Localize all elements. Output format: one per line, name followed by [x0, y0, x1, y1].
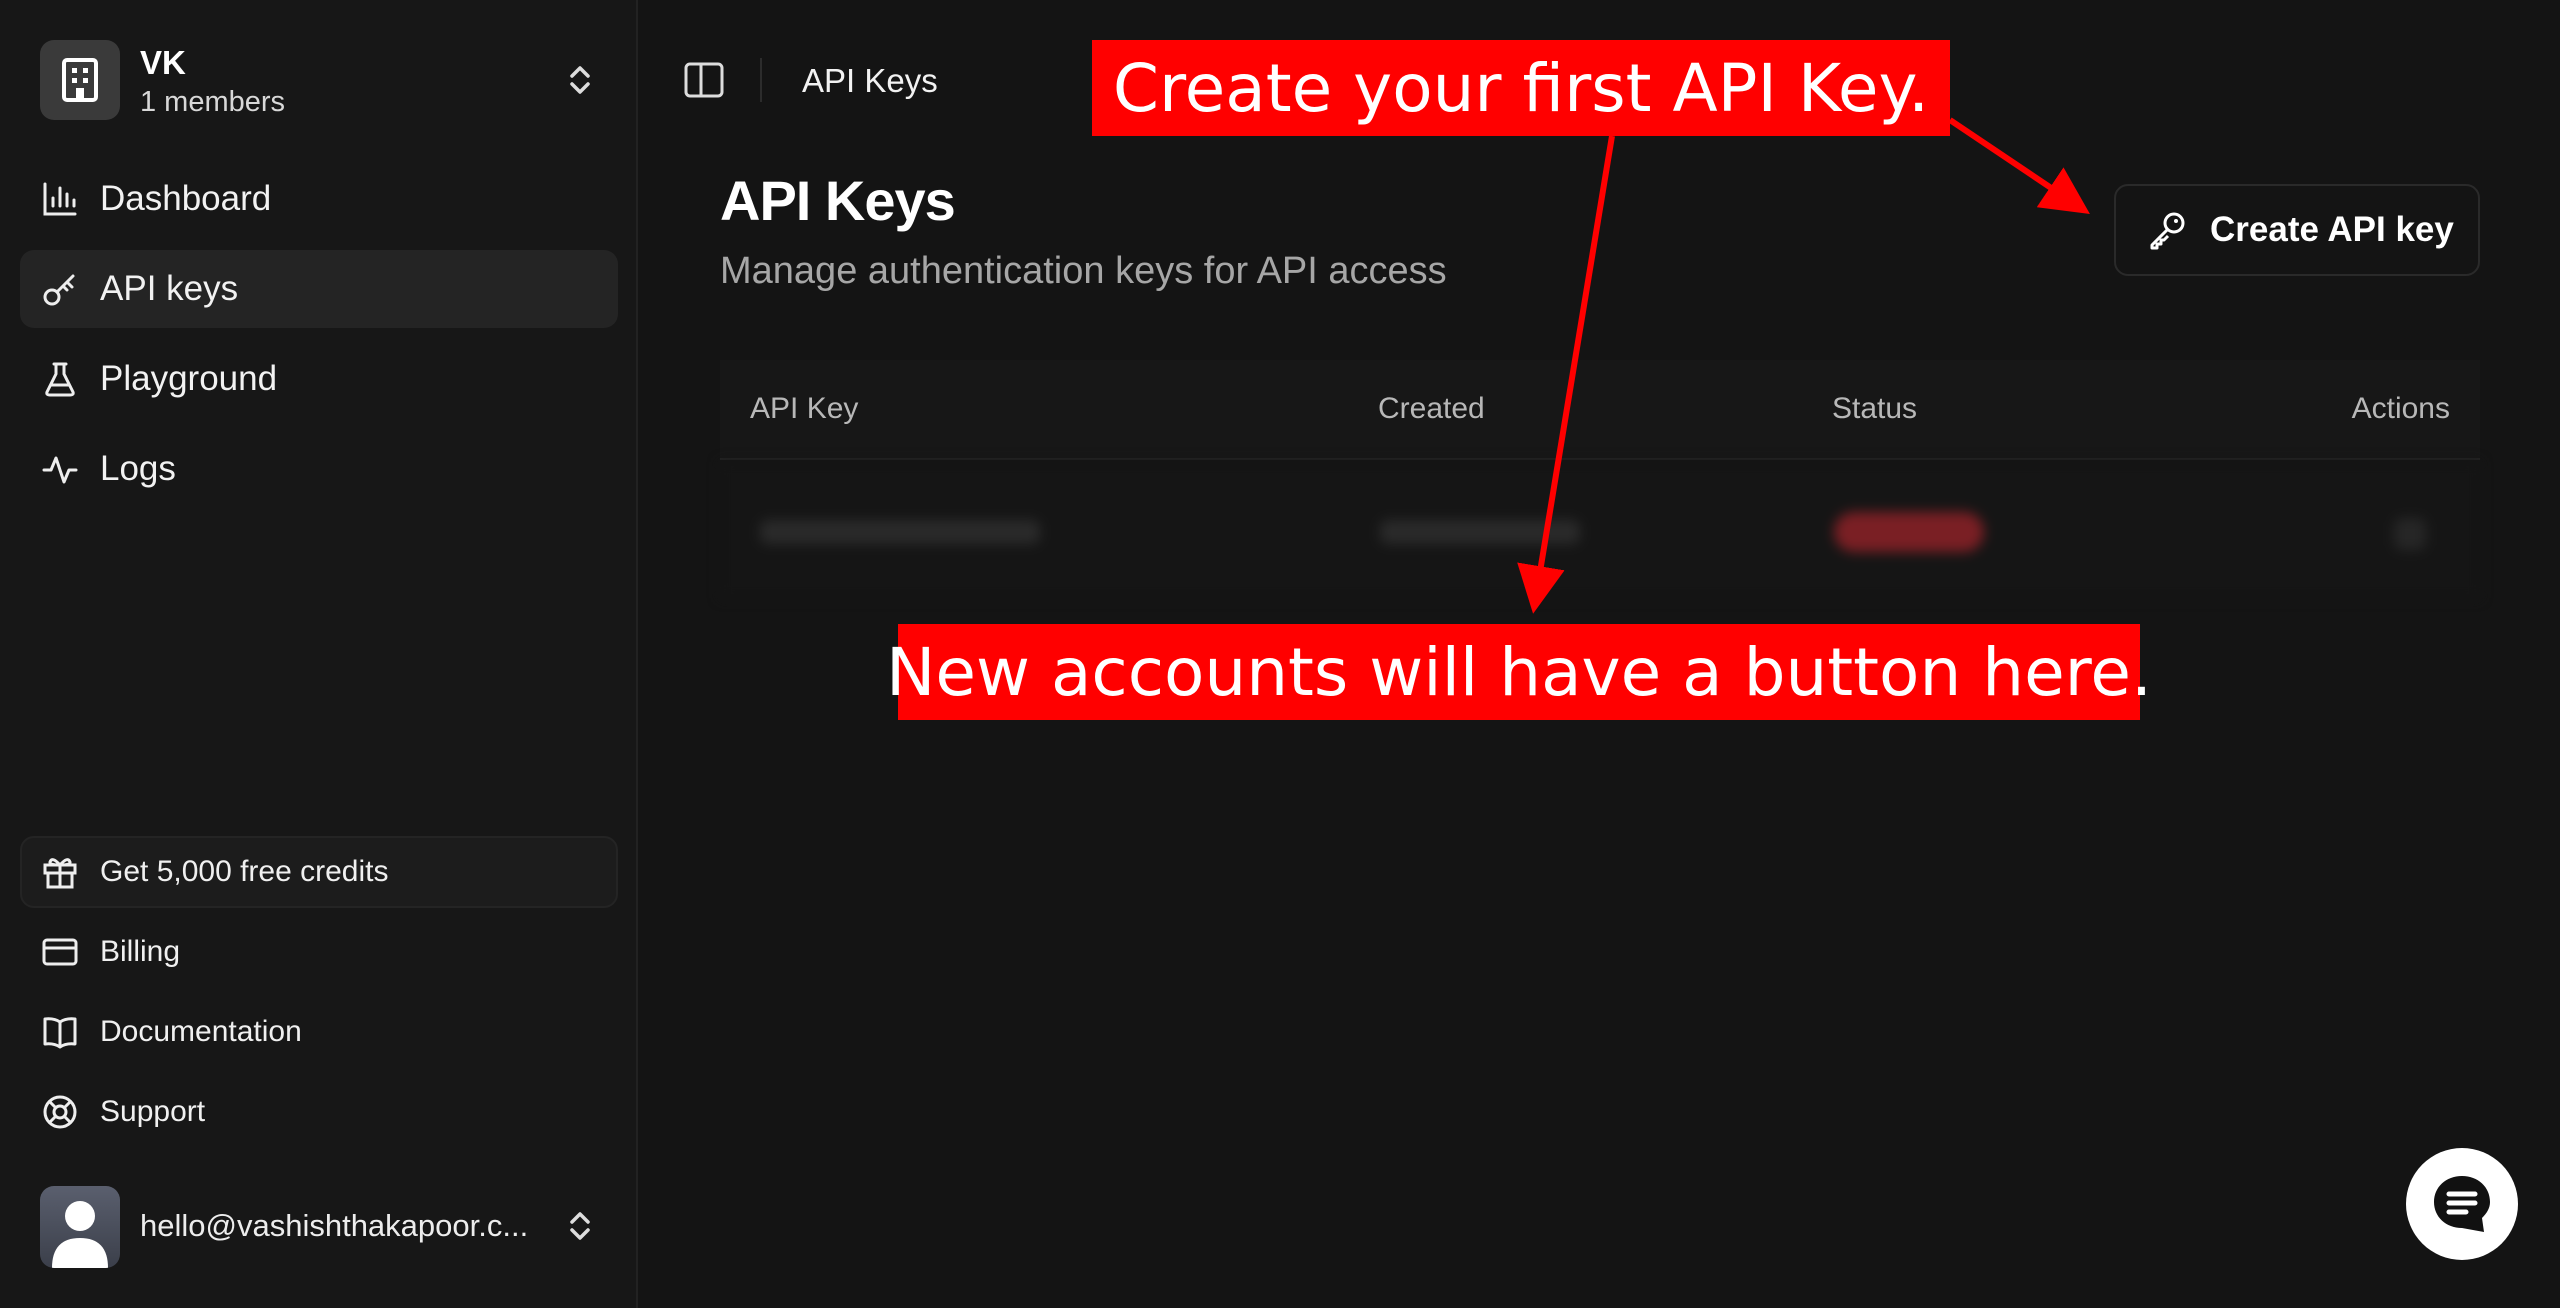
- nav-label-api-keys: API keys: [100, 269, 239, 308]
- org-switcher[interactable]: VK 1 members: [40, 40, 600, 120]
- free-credits-link[interactable]: Get 5,000 free credits: [20, 836, 618, 908]
- blurred-date: [1380, 520, 1580, 544]
- free-credits-label: Get 5,000 free credits: [100, 855, 389, 888]
- nav-item-dashboard[interactable]: Dashboard: [20, 160, 618, 238]
- activity-icon: [40, 449, 80, 489]
- nav-label-documentation: Documentation: [100, 1015, 302, 1048]
- user-menu[interactable]: hello@vashishthakapoor.c...: [40, 1186, 600, 1268]
- flask-icon: [40, 359, 80, 399]
- column-header-api-key: API Key: [750, 392, 859, 425]
- create-api-key-label: Create API key: [2210, 210, 2454, 249]
- building-icon: [40, 40, 120, 120]
- org-members: 1 members: [140, 86, 286, 118]
- nav-item-billing[interactable]: Billing: [20, 916, 618, 988]
- arrow-to-create-button: [1948, 117, 2090, 215]
- book-icon: [40, 1012, 80, 1052]
- column-header-created: Created: [1378, 392, 1485, 425]
- org-name: VK: [140, 44, 186, 81]
- blurred-actions-button: [2394, 518, 2426, 550]
- column-header-actions: Actions: [2351, 392, 2450, 425]
- lifebuoy-icon: [40, 1092, 80, 1132]
- avatar: [40, 1186, 120, 1268]
- chat-support-button[interactable]: [2406, 1148, 2518, 1260]
- secondary-nav: Get 5,000 free credits Billing Documenta…: [20, 836, 618, 1156]
- sidebar: VK 1 members Dashboard API keys Playgrou…: [0, 0, 638, 1308]
- gift-icon: [40, 852, 80, 892]
- key-icon: [2146, 209, 2188, 251]
- annotation-callout-create: Create your first API Key.: [1092, 40, 1950, 136]
- chevrons-up-down-icon[interactable]: [560, 1206, 600, 1246]
- divider: [760, 58, 762, 102]
- chevrons-up-down-icon[interactable]: [560, 60, 600, 100]
- nav-item-api-keys[interactable]: API keys: [20, 250, 618, 328]
- key-icon: [40, 269, 80, 309]
- nav-item-support[interactable]: Support: [20, 1076, 618, 1148]
- page-subtitle: Manage authentication keys for API acces…: [720, 250, 1447, 292]
- nav-label-logs: Logs: [100, 449, 176, 488]
- main-nav: Dashboard API keys Playground Logs: [20, 160, 618, 520]
- nav-item-documentation[interactable]: Documentation: [20, 996, 618, 1068]
- annotation-callout-new-accounts: New accounts will have a button here.: [886, 624, 2152, 720]
- breadcrumb: API Keys: [802, 62, 938, 99]
- bar-chart-icon: [40, 179, 80, 219]
- nav-label-billing: Billing: [100, 935, 181, 968]
- create-api-key-button[interactable]: Create API key: [2114, 184, 2480, 276]
- table-row: [720, 462, 2480, 598]
- blurred-key: [760, 520, 1040, 544]
- page-title: API Keys: [720, 169, 956, 232]
- user-email: hello@vashishthakapoor.c...: [140, 1208, 529, 1243]
- blurred-status-badge: [1834, 512, 1984, 552]
- api-keys-table: API Key Created Status Actions: [720, 360, 2480, 600]
- nav-item-playground[interactable]: Playground: [20, 340, 618, 418]
- table-header: API Key Created Status Actions: [720, 360, 2480, 460]
- nav-item-logs[interactable]: Logs: [20, 430, 618, 508]
- nav-label-support: Support: [100, 1095, 206, 1128]
- nav-label-playground: Playground: [100, 359, 278, 398]
- nav-label-dashboard: Dashboard: [100, 179, 272, 218]
- credit-card-icon: [40, 932, 80, 972]
- chat-bubble-icon: [2434, 1176, 2490, 1232]
- column-header-status: Status: [1832, 392, 1918, 425]
- sidebar-toggle-icon[interactable]: [684, 62, 724, 98]
